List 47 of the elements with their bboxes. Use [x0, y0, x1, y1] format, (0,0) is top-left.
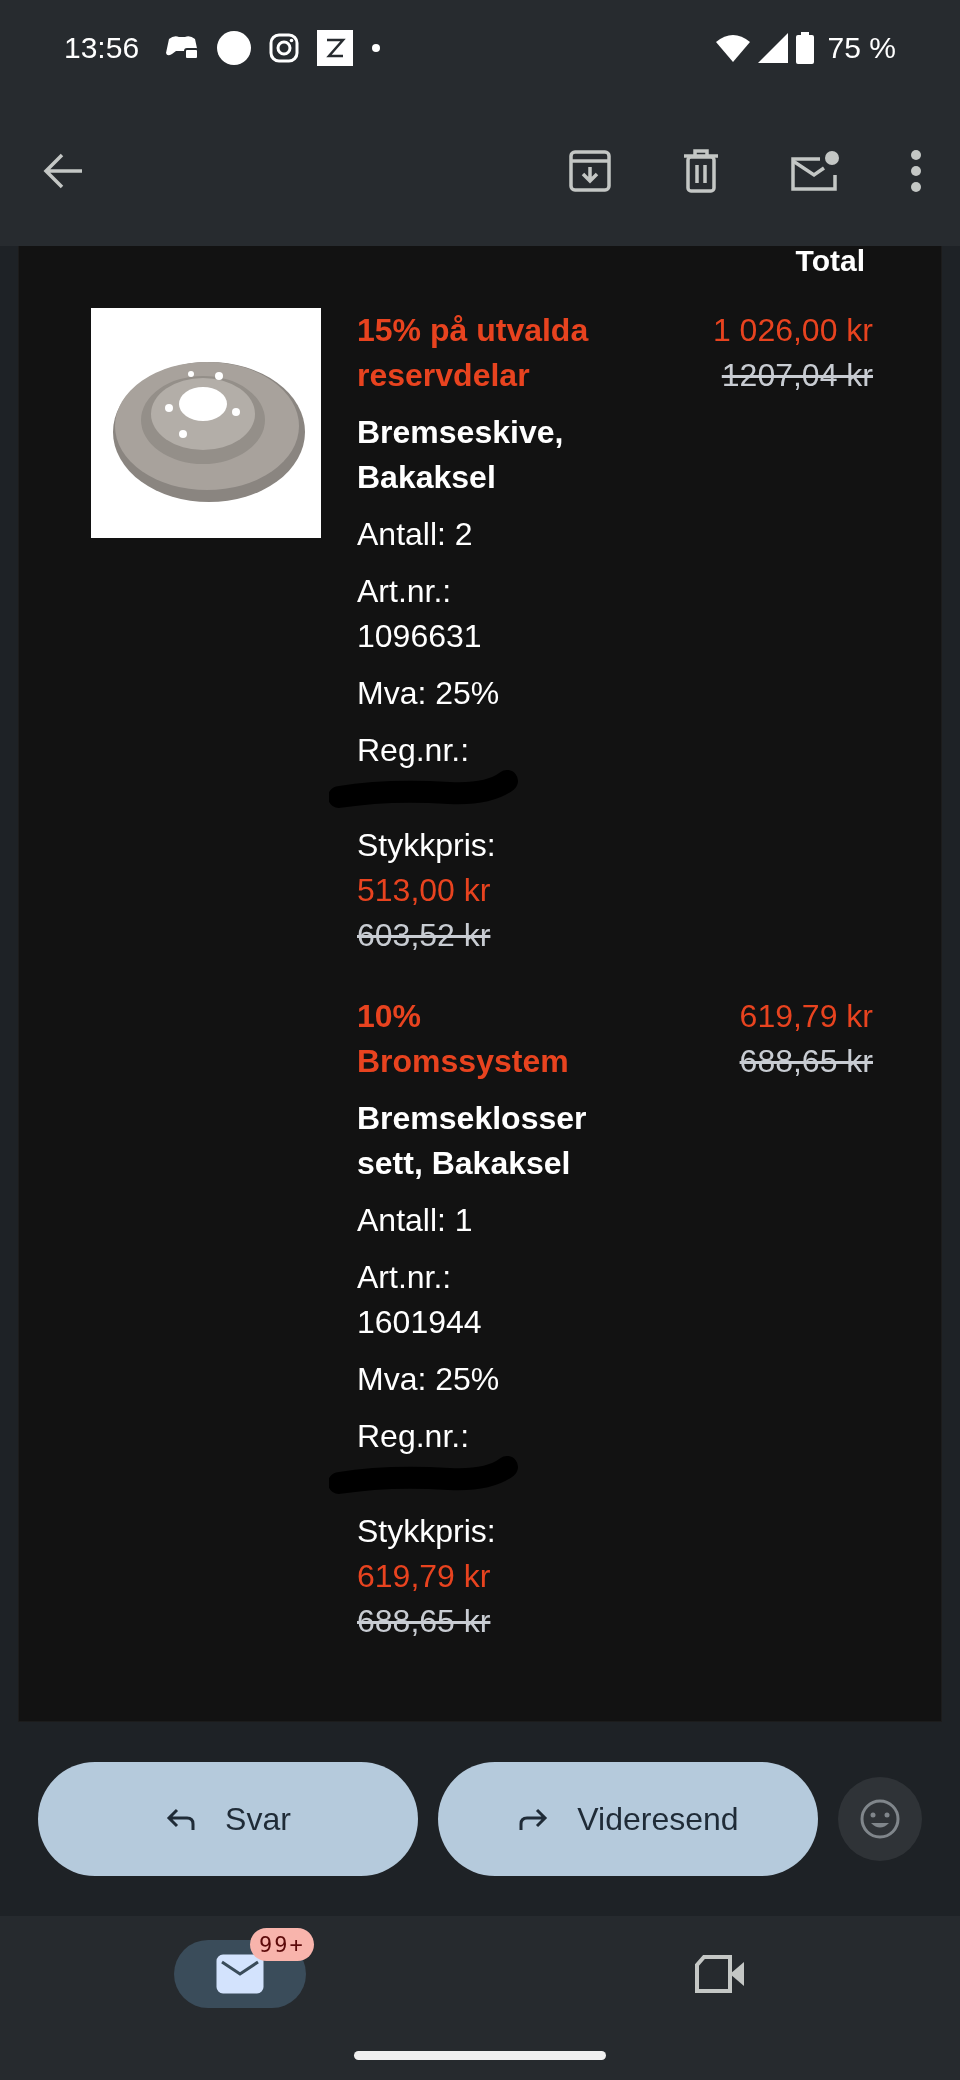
unit-price: 619,79 kr [357, 1557, 492, 1596]
trash-icon[interactable] [682, 148, 720, 194]
total-price: 619,79 kr [739, 997, 873, 1036]
article-number: 1096631 [357, 617, 483, 656]
reply-arrow-icon [165, 1806, 198, 1832]
mail-icon [216, 1954, 264, 1994]
video-camera-icon [694, 1954, 746, 1994]
original-unit-price: 688,65 kr [357, 1602, 492, 1641]
article-label: Art.nr.: [357, 1258, 453, 1297]
quantity-text: Antall: 2 [357, 515, 474, 554]
reg-label: Reg.nr.: [357, 731, 471, 770]
total-price: 1 026,00 kr [712, 311, 873, 350]
promo-title: 15% på utvalda reservdelar [357, 311, 590, 395]
reg-label: Reg.nr.: [357, 1417, 471, 1456]
clock-time: 13:56 [64, 31, 140, 65]
vat-text: Mva: 25% [357, 674, 501, 713]
signal-icon [757, 33, 788, 63]
product-name: Bremseskive, Bakaksel [357, 413, 565, 497]
dot-icon [371, 43, 382, 53]
article-label: Art.nr.: [357, 572, 453, 611]
unit-price-label: Stykkpris: [357, 826, 497, 865]
original-total-price: 1207,04 kr [721, 356, 873, 395]
wifi-icon [715, 34, 750, 62]
promo-title: 10% Bromssystem [357, 997, 570, 1081]
back-arrow-icon[interactable] [42, 153, 84, 189]
smiley-icon[interactable] [838, 1777, 922, 1861]
reply-button[interactable]: Svar [38, 1762, 418, 1876]
envelope-dot-icon[interactable] [790, 149, 840, 193]
camera-icon [269, 33, 300, 63]
unit-price: 513,00 kr [357, 871, 492, 910]
unread-count-badge: 99+ [250, 1928, 314, 1961]
more-options-icon[interactable] [910, 149, 922, 193]
vat-text: Mva: 25% [357, 1360, 501, 1399]
archive-icon[interactable] [568, 149, 612, 193]
circle-icon [217, 31, 252, 65]
battery-percentage: 75 % [827, 31, 896, 65]
battery-icon [795, 32, 814, 64]
article-number: 1601944 [357, 1303, 483, 1342]
original-total-price: 688,65 kr [739, 1042, 873, 1081]
product-name: Bremseklosser sett, Bakaksel [357, 1099, 588, 1183]
app-icon [317, 30, 354, 66]
original-unit-price: 603,52 kr [357, 916, 492, 955]
quantity-text: Antall: 1 [357, 1201, 474, 1240]
forward-arrow-icon [517, 1806, 550, 1832]
unit-price-label: Stykkpris: [357, 1512, 497, 1551]
forward-button[interactable]: Videresend [438, 1762, 818, 1876]
column-header: Total [795, 246, 865, 276]
